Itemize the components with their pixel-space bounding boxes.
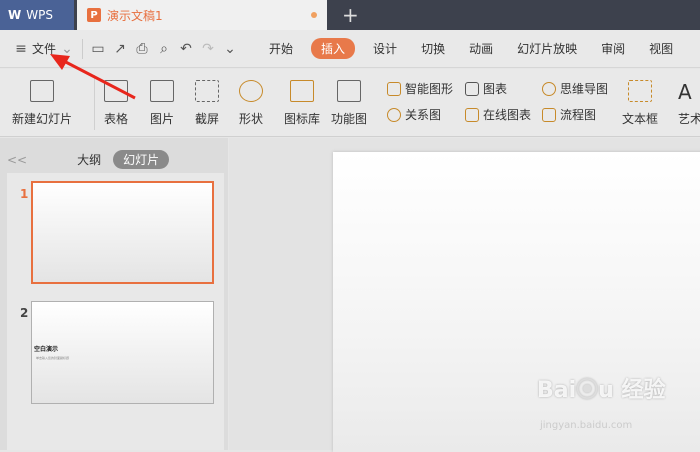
tab-insert[interactable]: 插入	[311, 38, 356, 59]
slide-number: 2	[20, 306, 29, 320]
mind-map-icon	[542, 81, 556, 96]
function-chart-icon	[337, 80, 361, 102]
customize-icon[interactable]: ⌄	[219, 41, 241, 57]
document-tab[interactable]: P 演示文稿1	[77, 0, 327, 30]
tab-home[interactable]: 开始	[257, 40, 305, 57]
smart-art-icon	[387, 81, 401, 96]
art-text-button[interactable]: A 艺术	[678, 80, 700, 127]
picture-button[interactable]: 图片	[150, 80, 174, 127]
tab-animation[interactable]: 动画	[457, 40, 505, 57]
art-text-icon: A	[678, 80, 692, 104]
flow-chart-button[interactable]: 流程图	[542, 106, 596, 123]
function-chart-button[interactable]: 功能图	[331, 80, 367, 127]
wps-logo-icon: W	[8, 8, 22, 22]
icon-library-icon	[290, 80, 314, 102]
tab-outline[interactable]: 大纲	[77, 151, 101, 168]
print-preview-icon[interactable]: ⌕	[153, 41, 175, 57]
thumb-title: 空白演示	[34, 346, 59, 353]
current-slide[interactable]	[333, 152, 700, 452]
online-chart-icon	[465, 107, 479, 122]
undo-icon[interactable]: ↶	[175, 41, 197, 57]
baidu-watermark-logo: Bai⦿u 经验	[537, 378, 666, 403]
tab-design[interactable]: 设计	[361, 40, 409, 57]
icon-library-button[interactable]: 图标库	[284, 80, 320, 127]
online-chart-button[interactable]: 在线图表	[465, 106, 531, 123]
new-tab-button[interactable]: +	[342, 3, 359, 27]
slide-thumbnail-2[interactable]: 空白演示 单击输入您的封面副标题	[31, 301, 214, 404]
red-arrow-annotation	[50, 54, 136, 100]
tab-view[interactable]: 视图	[637, 40, 685, 57]
presentation-icon: P	[87, 8, 101, 22]
screenshot-icon	[195, 80, 219, 102]
collapse-panel-button[interactable]: <<	[7, 153, 27, 167]
slide-thumbnail-1[interactable]	[31, 181, 214, 284]
wps-home-tab[interactable]: W WPS	[0, 0, 74, 30]
mind-map-button[interactable]: 思维导图	[542, 80, 608, 97]
bar-chart-icon	[465, 81, 479, 96]
relation-icon	[387, 107, 401, 122]
tab-slides[interactable]: 幻灯片	[113, 150, 170, 169]
title-bar: W WPS P 演示文稿1 +	[0, 0, 700, 30]
hamburger-icon[interactable]: ≡	[10, 41, 32, 57]
thumb-subtitle: 单击输入您的封面副标题	[36, 356, 70, 360]
watermark-url: jingyan.baidu.com	[540, 420, 633, 431]
text-box-button[interactable]: 文本框	[622, 80, 658, 127]
tab-transition[interactable]: 切换	[409, 40, 457, 57]
tab-review[interactable]: 审阅	[589, 40, 637, 57]
slide-number: 1	[20, 187, 29, 201]
unsaved-dot-icon	[311, 12, 317, 18]
chart-button[interactable]: 图表	[465, 80, 507, 97]
text-box-icon	[628, 80, 652, 102]
shape-button[interactable]: 形状	[239, 80, 263, 127]
redo-icon[interactable]: ↷	[197, 41, 219, 57]
smart-art-button[interactable]: 智能图形	[387, 80, 453, 97]
flow-chart-icon	[542, 107, 556, 122]
screenshot-button[interactable]: 截屏	[195, 80, 219, 127]
tab-slideshow[interactable]: 幻灯片放映	[505, 40, 589, 57]
shape-icon	[239, 80, 263, 102]
relation-chart-button[interactable]: 关系图	[387, 106, 441, 123]
picture-icon	[150, 80, 174, 102]
